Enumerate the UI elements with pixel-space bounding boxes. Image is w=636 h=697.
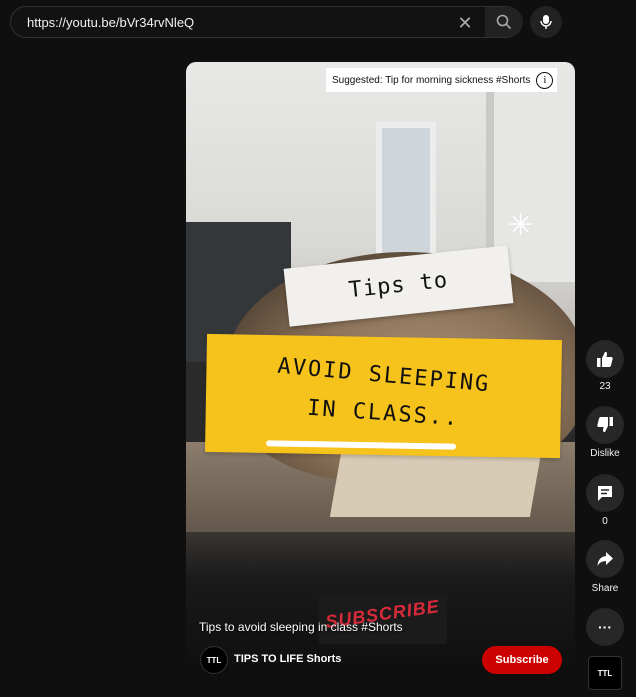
close-icon[interactable]: ✕ [455,13,475,33]
share-icon [597,552,613,566]
video-window-shape [376,122,436,272]
thumbs-up-icon [597,351,613,367]
avatar[interactable]: TTL [200,646,228,674]
voice-search-button[interactable] [530,6,562,38]
comment-icon [598,486,612,501]
subscribe-sticker: SUBSCRIBE [319,594,447,644]
comment-count: 0 [602,516,608,527]
like-count: 23 [599,381,611,392]
info-icon[interactable]: i [536,71,554,89]
suggested-text: Suggested: Tip for morning sickness #Sho… [332,74,531,86]
search-icon [496,14,512,30]
channel-name[interactable]: TIPS TO LIFE Shorts [234,653,341,665]
comments-button[interactable] [586,474,624,512]
channel-thumbnail[interactable]: TTL [588,656,622,690]
more-icon: ··· [598,619,612,635]
search-button[interactable] [485,7,523,37]
dislike-button[interactable] [586,406,624,444]
thumbs-down-icon [597,417,613,433]
share-button[interactable] [586,540,624,578]
more-button[interactable]: ··· [586,608,624,646]
overlay-note-yellow: AVOID SLEEPING IN CLASS.. [204,333,563,459]
shorts-player[interactable]: Suggested: Tip for morning sickness #Sho… [186,62,575,686]
video-title[interactable]: Tips to avoid sleeping in class #Shorts [199,620,403,634]
search-input[interactable]: https://youtu.be/bVr34rvNleQ [27,15,194,30]
search-bar[interactable]: https://youtu.be/bVr34rvNleQ ✕ [10,6,523,38]
subscribe-button[interactable]: Subscribe [482,646,562,674]
mic-icon [540,15,552,29]
video-book-shape [329,447,543,517]
like-button[interactable] [586,340,624,378]
suggested-video-chip[interactable]: Suggested: Tip for morning sickness #Sho… [326,68,558,92]
sparkle-icon: ✳ [508,209,534,242]
dislike-label: Dislike [590,448,620,459]
share-label: Share [591,583,619,594]
